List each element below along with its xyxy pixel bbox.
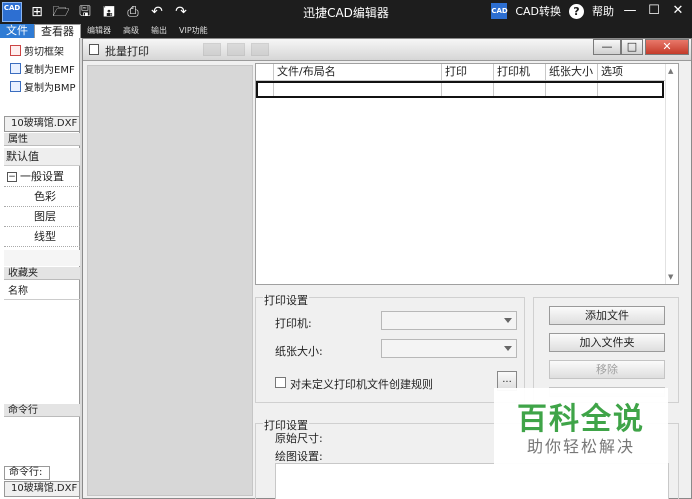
help-label[interactable]: 帮助 [592, 3, 614, 19]
dialog-icon [89, 44, 99, 55]
copy-bmp-icon [10, 80, 21, 92]
copy-emf-label: 复制为EMF [24, 64, 75, 76]
watermark-title: 百科全说 [517, 402, 645, 437]
maximize-icon[interactable]: ☐ [646, 2, 662, 20]
ghost-chip [227, 43, 245, 56]
tree-item-layer[interactable]: 图层 [4, 207, 80, 227]
menu-bar: 文件 查看器 编辑器 高级 输出 VIP功能 [0, 24, 692, 38]
column-header-options[interactable]: 选项 [598, 64, 664, 81]
minimize-icon[interactable]: — [622, 2, 638, 20]
scissors-icon [10, 44, 21, 56]
dialog-title-bar: 批量打印 — □ ✕ [83, 39, 691, 61]
file-tab[interactable]: 10玻璃馆.DXF [4, 116, 80, 132]
drawing-settings-label: 绘图设置: [275, 450, 323, 463]
collapse-icon[interactable]: − [7, 171, 17, 182]
watermark-overlay: 百科全说 助你轻松解决 [494, 388, 668, 468]
printer-select[interactable] [381, 311, 517, 330]
scroll-down-icon[interactable]: ▼ [668, 273, 673, 281]
menu-editor[interactable]: 编辑器 [81, 24, 117, 38]
tree-item-linetype[interactable]: 线型 [4, 227, 80, 247]
table-row[interactable] [256, 81, 664, 98]
menu-output[interactable]: 输出 [145, 24, 173, 38]
menu-viewer[interactable]: 查看器 [34, 24, 81, 38]
tree-item-color[interactable]: 色彩 [4, 187, 80, 207]
ghost-chip [203, 43, 221, 56]
copy-emf-icon [10, 62, 21, 74]
print-preview-area [87, 65, 253, 496]
chevron-down-icon [504, 318, 512, 323]
dialog-close-icon[interactable]: ✕ [645, 39, 689, 55]
table-cell [442, 83, 494, 96]
table-cell [274, 83, 442, 96]
create-rule-label: 对未定义打印机文件创建规则 [290, 378, 433, 391]
copy-emf-action[interactable]: 复制为EMF [0, 59, 79, 77]
file-list-table[interactable]: 文件/布局名 打印 打印机 纸张大小 选项 ▲ ▼ [255, 63, 679, 285]
help-icon[interactable]: ? [569, 3, 584, 19]
scroll-up-icon[interactable]: ▲ [668, 67, 673, 75]
copy-bmp-label: 复制为BMP [24, 82, 76, 94]
left-panel: 剪切框架 复制为EMF 复制为BMP 10玻璃馆.DXF 属性 默认值 − 一般… [0, 38, 80, 499]
property-tree: − 一般设置 色彩 图层 线型 [4, 167, 80, 247]
add-file-button[interactable]: 添加文件 [549, 306, 665, 325]
chevron-down-icon [504, 346, 512, 351]
column-header-print[interactable]: 打印 [442, 64, 494, 81]
table-scrollbar[interactable]: ▲ ▼ [665, 64, 678, 284]
printer-label: 打印机: [275, 317, 312, 330]
table-cell [546, 83, 598, 96]
column-header-index[interactable] [256, 64, 274, 81]
title-right-controls: CAD CAD转换 ? 帮助 — ☐ ✕ [491, 2, 686, 20]
bottom-file-tab[interactable]: 10玻璃馆.DXF [4, 481, 80, 497]
tree-general-label: 一般设置 [20, 169, 64, 183]
properties-header: 属性 [4, 133, 80, 146]
paper-size-select[interactable] [381, 339, 517, 358]
cut-frame-label: 剪切框架 [24, 46, 64, 58]
remove-button[interactable]: 移除 [549, 360, 665, 379]
menu-vip[interactable]: VIP功能 [173, 24, 214, 38]
table-cell [494, 83, 546, 96]
tree-spacer [4, 250, 80, 266]
create-rule-checkbox[interactable] [275, 377, 286, 388]
ghost-chip [251, 43, 269, 56]
column-header-file[interactable]: 文件/布局名 [274, 64, 442, 81]
favorites-header: 收藏夹 [4, 267, 80, 280]
close-icon[interactable]: ✕ [670, 2, 686, 20]
column-header-printer[interactable]: 打印机 [494, 64, 546, 81]
cad-convert-icon[interactable]: CAD [491, 3, 508, 19]
table-cell [598, 83, 658, 96]
copy-bmp-action[interactable]: 复制为BMP [0, 77, 79, 95]
dialog-minimize-icon[interactable]: — [593, 39, 621, 55]
original-size-label: 原始尺寸: [275, 432, 323, 445]
tree-general-settings[interactable]: − 一般设置 [4, 167, 80, 187]
default-value-row[interactable]: 默认值 [4, 148, 80, 166]
print-settings-title: 打印设置 [263, 292, 309, 308]
title-bar: CAD ⊞ 🗁 🖫 🖪 ⎙ ↶ ↷ 迅捷CAD编辑器 CAD CAD转换 ? 帮… [0, 0, 692, 24]
menu-advanced[interactable]: 高级 [117, 24, 145, 38]
dialog-title: 批量打印 [105, 45, 149, 58]
menu-file[interactable]: 文件 [0, 24, 34, 38]
table-header: 文件/布局名 打印 打印机 纸张大小 选项 [256, 64, 666, 81]
background-toolbar-ghost [203, 43, 269, 56]
paper-size-label: 纸张大小: [275, 345, 323, 358]
cut-frame-action[interactable]: 剪切框架 [0, 41, 79, 59]
command-label: 命令行: [4, 466, 50, 480]
column-header-paper[interactable]: 纸张大小 [546, 64, 598, 81]
command-header: 命令行 [4, 404, 80, 417]
watermark-subtitle: 助你轻松解决 [526, 437, 635, 456]
name-column-header: 名称 [4, 284, 80, 300]
drawing-settings-box[interactable] [275, 463, 669, 499]
dialog-maximize-icon[interactable]: □ [621, 39, 643, 55]
add-folder-button[interactable]: 加入文件夹 [549, 333, 665, 352]
cad-convert-label[interactable]: CAD转换 [515, 3, 561, 19]
table-cell [258, 83, 274, 96]
